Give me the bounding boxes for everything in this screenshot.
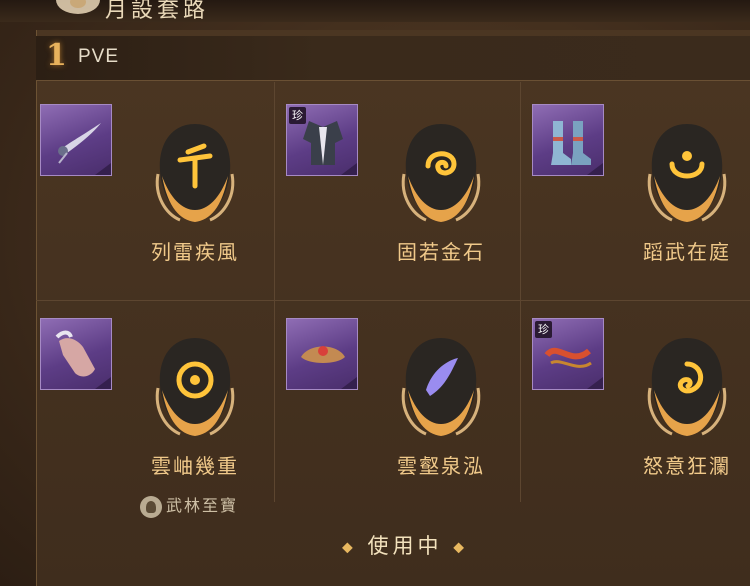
item-slot[interactable] (286, 318, 358, 390)
cloud-swirl-icon (401, 124, 481, 222)
treasure-tag: 武林至寶 (140, 492, 238, 518)
rare-badge: 珍 (289, 107, 306, 124)
boots-icon (551, 121, 591, 165)
treasure-tag-label: 武林至寶 (166, 496, 239, 515)
set-card[interactable]: 列雷疾風 (40, 104, 280, 314)
status-label: 使用中 (367, 534, 443, 558)
set-name: 怒意狂瀾 (643, 454, 731, 478)
item-slot[interactable] (532, 104, 604, 176)
set-card[interactable]: 珍 怒意狂瀾 (532, 318, 750, 528)
fan-hairpin-icon (58, 123, 101, 164)
item-slot[interactable] (40, 104, 112, 176)
section-header[interactable]: 1 PVE (36, 36, 750, 81)
mask-icon (155, 338, 235, 436)
skull-helmet-icon (140, 495, 162, 518)
diamond-icon: ◆ (453, 539, 468, 556)
item-slot[interactable]: 珍 (286, 104, 358, 176)
vortex-icon (647, 338, 727, 436)
in-use-status: ◆ 使用中 ◆ (330, 530, 480, 560)
set-name: 蹈武在庭 (643, 240, 731, 264)
crown-icon (301, 346, 345, 363)
diamond-icon: ◆ (342, 539, 357, 556)
sword-icon (155, 124, 235, 222)
item-slot[interactable]: 珍 (532, 318, 604, 390)
page-title: 月設套路 (105, 0, 210, 23)
set-name: 列雷疾風 (151, 240, 239, 264)
flower-ornament-icon (56, 0, 100, 14)
set-name: 固若金石 (397, 240, 485, 264)
bracer-icon (55, 330, 95, 377)
set-card[interactable]: 珍 固若金石 (286, 104, 526, 314)
set-name: 雲壑泉泓 (397, 454, 485, 478)
crescent-icon (647, 124, 727, 222)
item-slot[interactable] (40, 318, 112, 390)
flame-eye-icon (401, 338, 481, 436)
set-card[interactable]: 雲壑泉泓 (286, 318, 526, 528)
rare-badge: 珍 (535, 321, 552, 338)
section-label: PVE (78, 46, 120, 67)
set-name: 雲岫幾重 (151, 454, 239, 478)
section-number: 1 (46, 38, 67, 73)
set-card[interactable]: 蹈武在庭 (532, 104, 750, 314)
set-card[interactable]: 雲岫幾重 武林至寶 (40, 318, 280, 528)
